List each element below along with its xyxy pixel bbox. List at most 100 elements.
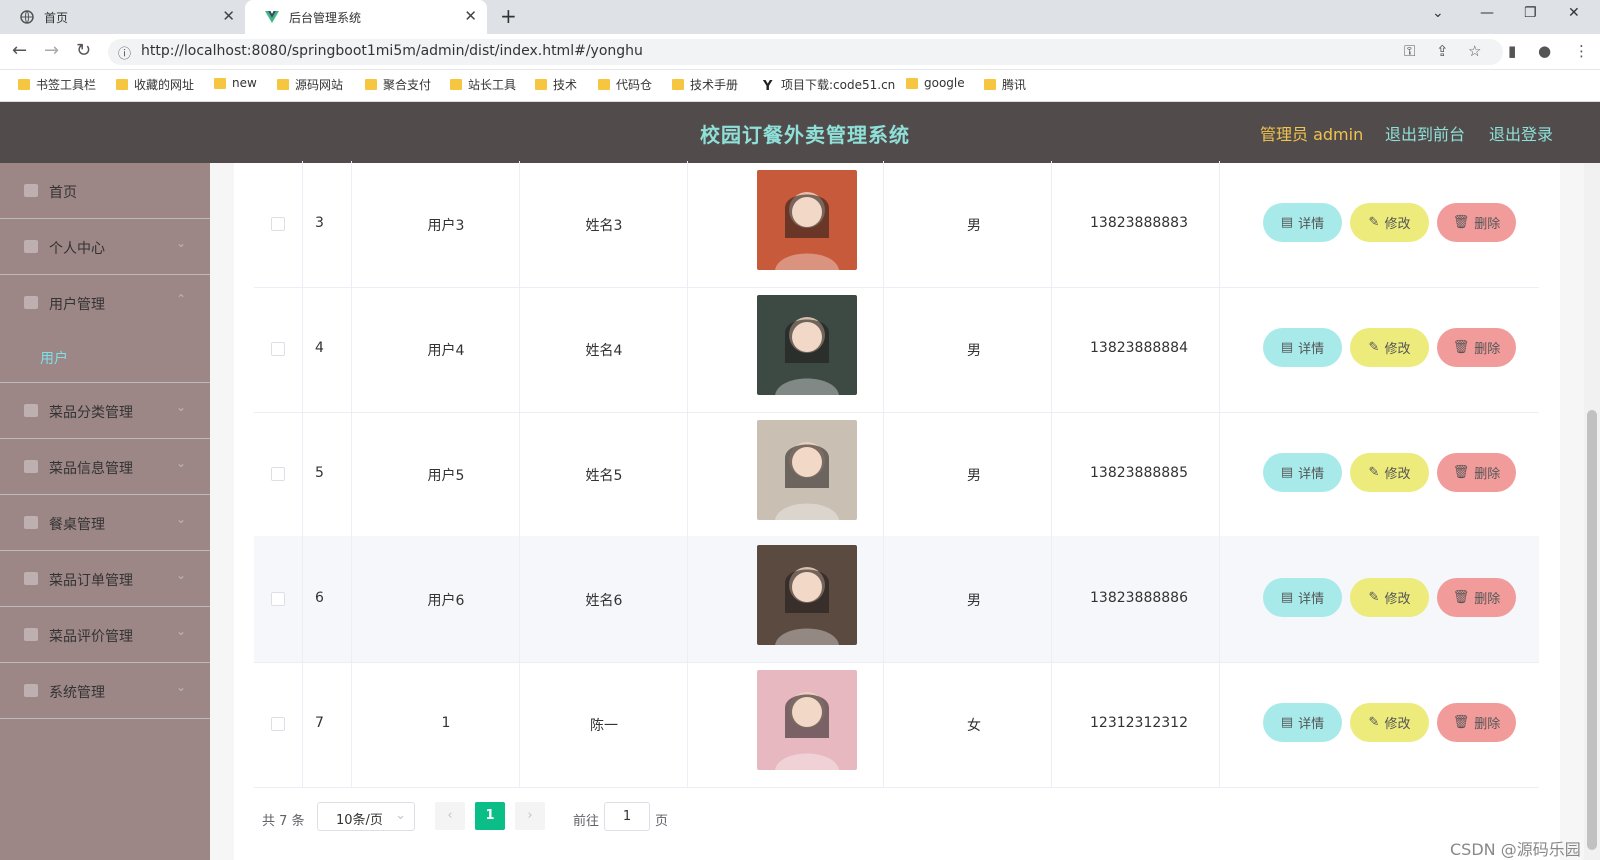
delete-button[interactable]: 🗑 删除 <box>1437 703 1516 742</box>
sidebar-item-label: 餐桌管理 <box>49 517 105 533</box>
bookmark-item[interactable]: 收藏的网址 <box>116 76 194 93</box>
trash-icon: 🗑 <box>1452 340 1470 355</box>
site-logo-icon: Y <box>763 79 773 94</box>
sidebar-item-dish-info[interactable]: 菜品信息管理 ⌄ <box>0 439 210 495</box>
browser-tab-admin[interactable]: 后台管理系统 ✕ <box>245 0 487 34</box>
trash-icon: 🗑 <box>1452 715 1470 730</box>
sidebar-item-dish-category[interactable]: 菜品分类管理 ⌄ <box>0 383 210 439</box>
scrollbar-thumb[interactable] <box>1587 410 1597 850</box>
bookmark-item[interactable]: 代码仓 <box>598 76 652 93</box>
edit-button[interactable]: ✎ 修改 <box>1350 453 1429 492</box>
key-icon[interactable]: ⚿ <box>1404 42 1415 60</box>
user-avatar <box>757 170 857 270</box>
back-icon[interactable]: ← <box>12 40 27 61</box>
button-label: 删除 <box>1474 592 1501 607</box>
detail-button[interactable]: ▤ 详情 <box>1263 203 1342 242</box>
edit-button[interactable]: ✎ 修改 <box>1350 203 1429 242</box>
reload-icon[interactable]: ↻ <box>76 40 91 61</box>
bookmark-item[interactable]: 书签工具栏 <box>18 76 96 93</box>
row-account: 用户5 <box>427 468 465 484</box>
share-icon[interactable]: ⇪ <box>1436 42 1449 60</box>
sidebar-item-user-management[interactable]: 用户管理 ⌃ <box>0 275 210 331</box>
edit-button[interactable]: ✎ 修改 <box>1350 578 1429 617</box>
sidebar-item-review-management[interactable]: 菜品评价管理 ⌄ <box>0 607 210 663</box>
button-label: 删除 <box>1474 717 1501 732</box>
row-checkbox[interactable] <box>271 467 285 481</box>
forward-icon[interactable]: → <box>44 40 59 61</box>
delete-button[interactable]: 🗑 删除 <box>1437 203 1516 242</box>
bookmark-item[interactable]: 技术手册 <box>672 76 738 93</box>
document-icon: ▤ <box>1280 340 1294 355</box>
row-checkbox[interactable] <box>271 717 285 731</box>
delete-button[interactable]: 🗑 删除 <box>1437 578 1516 617</box>
edit-button[interactable]: ✎ 修改 <box>1350 328 1429 367</box>
goto-page-input[interactable]: 1 <box>604 802 650 831</box>
sidebar-item-table-management[interactable]: 餐桌管理 ⌄ <box>0 495 210 551</box>
row-phone: 13823888885 <box>1090 465 1188 481</box>
next-page-button[interactable]: › <box>515 802 545 830</box>
sidebar-item-profile[interactable]: 个人中心 ⌄ <box>0 219 210 275</box>
comment-icon <box>24 628 38 641</box>
minimize-icon[interactable]: — <box>1480 5 1494 21</box>
chevron-down-icon[interactable]: ⌄ <box>1432 5 1444 21</box>
row-phone: 13823888883 <box>1090 215 1188 231</box>
profile-icon[interactable]: ● <box>1538 42 1551 60</box>
row-checkbox[interactable] <box>271 342 285 356</box>
bookmark-item[interactable]: Y 项目下载:code51.cn <box>763 76 895 94</box>
folder-icon <box>18 79 30 90</box>
detail-button[interactable]: ▤ 详情 <box>1263 453 1342 492</box>
row-account: 1 <box>441 715 451 731</box>
bookmark-item[interactable]: new <box>214 76 257 90</box>
bookmark-item[interactable]: 腾讯 <box>984 76 1026 93</box>
delete-button[interactable]: 🗑 删除 <box>1437 328 1516 367</box>
bookmark-item[interactable]: 站长工具 <box>450 76 516 93</box>
detail-button[interactable]: ▤ 详情 <box>1263 578 1342 617</box>
star-icon[interactable]: ☆ <box>1468 42 1481 60</box>
close-window-icon[interactable]: ✕ <box>1568 5 1580 21</box>
more-icon[interactable]: ⋮ <box>1574 42 1589 60</box>
browser-tab-home[interactable]: 首页 ✕ <box>0 0 245 34</box>
new-tab-icon[interactable]: + <box>500 4 517 28</box>
sidepanel-icon[interactable]: ▮ <box>1508 42 1516 60</box>
bookmark-item[interactable]: 源码网站 <box>277 76 343 93</box>
detail-button[interactable]: ▤ 详情 <box>1263 328 1342 367</box>
table-row: 5 用户5 姓名5 男 13823888885 ▤ 详情 ✎ 修改 🗑 删除 <box>254 411 1539 538</box>
bookmark-item[interactable]: 聚合支付 <box>365 76 431 93</box>
sidebar-item-home[interactable]: 首页 <box>0 163 210 219</box>
tab-label: 首页 <box>44 11 69 25</box>
edit-button[interactable]: ✎ 修改 <box>1350 703 1429 742</box>
row-checkbox[interactable] <box>271 217 285 231</box>
bookmark-label: new <box>232 76 257 90</box>
logout-link[interactable]: 退出登录 <box>1489 121 1553 145</box>
sidebar-item-system[interactable]: 系统管理 ⌄ <box>0 663 210 719</box>
user-avatar <box>757 670 857 770</box>
globe-icon <box>20 10 34 24</box>
detail-button[interactable]: ▤ 详情 <box>1263 703 1342 742</box>
row-gender: 女 <box>967 718 981 734</box>
restore-icon[interactable]: ❐ <box>1524 5 1537 21</box>
sidebar-item-order-management[interactable]: 菜品订单管理 ⌄ <box>0 551 210 607</box>
folder-icon <box>906 77 918 89</box>
exit-to-front-link[interactable]: 退出到前台 <box>1385 121 1465 145</box>
bookmark-item[interactable]: 技术 <box>535 76 577 93</box>
row-name: 姓名6 <box>585 593 623 609</box>
url-text[interactable]: http://localhost:8080/springboot1mi5m/ad… <box>141 43 643 59</box>
button-label: 删除 <box>1474 342 1501 357</box>
vue-icon <box>265 10 279 24</box>
row-name: 姓名5 <box>585 468 623 484</box>
sidebar-subitem-user[interactable]: 用户 <box>0 328 210 383</box>
info-icon[interactable]: ⓘ <box>118 43 131 62</box>
chevron-down-icon: ⌄ <box>175 512 186 526</box>
bookmark-item[interactable]: google <box>906 76 965 90</box>
prev-page-button[interactable]: ‹ <box>435 802 465 830</box>
chevron-down-icon: ⌄ <box>175 568 186 582</box>
close-icon[interactable]: ✕ <box>464 7 477 25</box>
close-icon[interactable]: ✕ <box>222 7 235 25</box>
row-checkbox[interactable] <box>271 592 285 606</box>
row-gender: 男 <box>967 343 981 359</box>
page-size-select[interactable]: 10条/页 ⌄ <box>317 802 415 831</box>
bookmark-label: 站长工具 <box>468 78 517 92</box>
sidebar-item-label: 首页 <box>49 185 77 201</box>
delete-button[interactable]: 🗑 删除 <box>1437 453 1516 492</box>
current-page[interactable]: 1 <box>475 802 505 830</box>
